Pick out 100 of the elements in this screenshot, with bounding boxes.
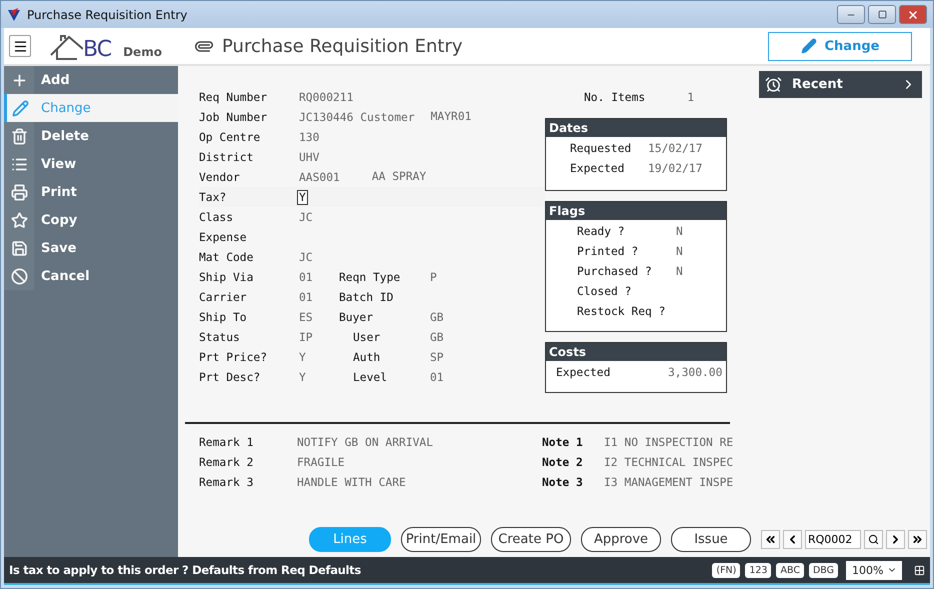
next-record-button[interactable] (886, 530, 905, 548)
field-value: JC (298, 210, 314, 224)
maximize-button[interactable] (868, 5, 896, 24)
field-label: Batch ID (339, 290, 394, 304)
field-label: Note 3 (542, 476, 584, 488)
grid-icon[interactable] (914, 564, 925, 576)
field-label: Printed ? (577, 244, 640, 258)
field-label: No. Items (584, 90, 646, 104)
trash-icon (10, 128, 28, 144)
field-label: Level (352, 370, 388, 384)
field-label: Closed ? (577, 284, 632, 298)
field-value: UHV (298, 150, 320, 164)
field-label: Tax? (199, 190, 228, 204)
pencil-icon (12, 100, 29, 116)
input-field[interactable]: Y (297, 190, 308, 204)
panel-title: Costs (546, 343, 726, 361)
field-label: Remark 2 (199, 456, 254, 468)
field-label: Remark 1 (199, 436, 254, 448)
field-label: Reqn Type (339, 270, 402, 284)
field-value: AAS001 (298, 170, 341, 184)
field-value: FRAGILE (297, 456, 346, 468)
action-button[interactable]: Approve (581, 526, 661, 552)
menu-icon (12, 38, 28, 54)
recent-label: Recent (792, 77, 844, 92)
page-title: Purchase Requisition Entry (222, 36, 464, 56)
field-label: Op Centre (199, 130, 262, 144)
action-button[interactable]: Create PO (491, 526, 571, 552)
mode-badge[interactable]: (FN) (712, 562, 740, 578)
star-icon (10, 212, 28, 228)
field-value: JC130446 Customer (298, 110, 416, 124)
field-value: IP (298, 330, 314, 344)
field-value: ES (298, 310, 314, 324)
status-message: Is tax to apply to this order ? Defaults from Req Defaults (9, 563, 362, 577)
close-button[interactable] (899, 5, 927, 24)
field-value: 01 (298, 270, 314, 284)
sidebar-label: Copy (41, 212, 78, 228)
printer-icon (10, 184, 28, 200)
action-button[interactable]: Issue (671, 526, 751, 552)
field-label: Remark 3 (199, 476, 254, 488)
field-label: Req Number (199, 90, 268, 104)
app-logo-icon (7, 8, 21, 22)
field-label: Ship To (199, 310, 248, 324)
field-label: Mat Code (199, 250, 254, 264)
field-label: Expense (199, 230, 248, 244)
logo-text: BC (83, 39, 112, 61)
logo-subtitle: Demo (123, 45, 162, 59)
panel-title: Dates (546, 119, 726, 137)
search-button[interactable] (864, 530, 883, 548)
field-value: 01 (298, 290, 314, 304)
pencil-icon (800, 38, 817, 54)
field-value: HANDLE WITH CARE (297, 476, 407, 488)
field-label: User (352, 330, 382, 344)
field-value: AA SPRAY (372, 170, 426, 184)
field-value: 15/02/17 (648, 142, 704, 154)
field-label: District (199, 150, 254, 164)
mode-badge[interactable]: 123 (745, 562, 772, 578)
field-label: Note 1 (542, 436, 584, 448)
field-label: Vendor (199, 170, 241, 184)
zoom-select[interactable]: 100% (846, 560, 902, 580)
menu-button[interactable] (9, 35, 31, 57)
field-value: MAYR01 (430, 110, 472, 124)
field-label: Restock Req ? (577, 304, 666, 318)
mode-badge[interactable]: DBG (808, 562, 838, 578)
window-title: Purchase Requisition Entry (27, 8, 188, 22)
field-value: 3,300.00 (668, 366, 724, 378)
field-label: Prt Desc? (199, 370, 262, 384)
maximize-icon (878, 10, 886, 19)
record-field[interactable]: RQ0002 (805, 530, 861, 548)
field-label: Status (199, 330, 241, 344)
field-label: Ready ? (577, 224, 626, 238)
list-icon (10, 156, 28, 172)
last-record-button[interactable] (908, 530, 927, 548)
field-value: 19/02/17 (648, 162, 704, 174)
field-value: SP (430, 350, 445, 364)
field-label: Class (199, 210, 234, 224)
change-button[interactable]: Change (768, 32, 912, 60)
field-value: 130 (298, 130, 320, 144)
field-value: I2 TECHNICAL INSPEC (604, 456, 734, 468)
previous-record-button[interactable] (783, 530, 802, 548)
field-value: NOTIFY GB ON ARRIVAL (297, 436, 434, 448)
sidebar-label: Cancel (41, 268, 90, 284)
field-label: Expected (570, 162, 626, 174)
mode-badge[interactable]: ABC (776, 562, 804, 578)
field-value: I3 MANAGEMENT INSPE (604, 476, 734, 488)
prohibited-icon (10, 268, 28, 284)
field-value: JC (298, 250, 314, 264)
field-label: Purchased ? (577, 264, 653, 278)
panel-title: Flags (546, 202, 726, 220)
close-icon (907, 8, 919, 20)
field-value: GB (430, 330, 445, 344)
alarm-clock-icon (765, 76, 782, 93)
sidebar-label: Delete (41, 128, 89, 144)
field-label: Carrier (199, 290, 248, 304)
action-button[interactable]: Print/Email (401, 526, 481, 552)
field-value: Y (298, 370, 307, 384)
field-label: Prt Price? (199, 350, 268, 364)
field-value: N (676, 244, 684, 258)
recent-panel-header[interactable]: Recent (759, 71, 922, 98)
plus-icon (10, 72, 28, 88)
first-record-button[interactable] (761, 530, 780, 548)
